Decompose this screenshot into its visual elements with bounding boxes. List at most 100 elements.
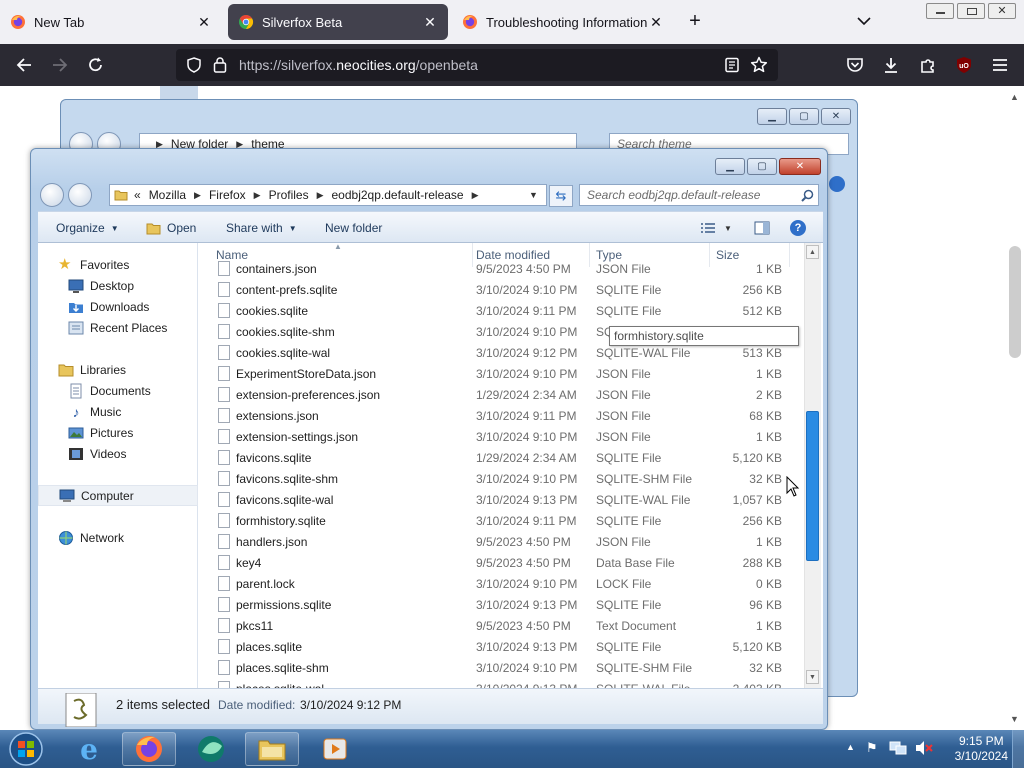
file-row[interactable]: containers.json 9/5/2023 4:50 PM JSON File… [198, 258, 803, 279]
maximize-button[interactable]: ▢ [747, 158, 777, 175]
scroll-thumb[interactable] [1009, 246, 1021, 358]
tab-silverfox-beta[interactable]: Silverfox Beta ✕ [228, 4, 448, 40]
bookmark-star-icon[interactable] [750, 56, 768, 74]
back-button[interactable] [40, 183, 64, 207]
forward-button[interactable] [68, 183, 92, 207]
hamburger-menu-icon[interactable] [987, 52, 1013, 78]
lock-icon[interactable] [213, 56, 227, 73]
chevron-down-icon[interactable] [856, 15, 872, 27]
breadcrumb-item[interactable]: Profiles ▶ [269, 188, 332, 202]
close-tab-icon[interactable]: ✕ [648, 14, 664, 31]
nav-favorites[interactable]: ★ Favorites [38, 254, 198, 275]
reader-view-icon[interactable] [724, 57, 740, 73]
nav-documents[interactable]: Documents [38, 380, 198, 401]
url-bar[interactable]: https://silverfox.neocities.org/openbeta [176, 49, 778, 81]
breadcrumb-item[interactable]: Firefox ▶ [209, 188, 269, 202]
forward-arrow-icon[interactable] [47, 52, 73, 78]
scroll-up-button[interactable]: ▲ [806, 245, 819, 259]
shield-icon[interactable] [186, 57, 202, 73]
browser-scrollbar[interactable]: ▲ ▼ [1006, 86, 1024, 730]
taskbar-app-globe[interactable] [184, 732, 238, 766]
file-row[interactable]: favicons.sqlite 1/29/2024 2:34 AM SQLITE F… [198, 447, 803, 468]
file-row[interactable]: formhistory.sqlite 3/10/2024 9:11 PM SQLIT… [198, 510, 803, 531]
nav-libraries[interactable]: Libraries [38, 359, 198, 380]
address-dropdown-icon[interactable]: ▼ [529, 190, 538, 200]
new-tab-plus-icon[interactable]: + [684, 10, 706, 34]
pocket-icon[interactable] [842, 52, 868, 78]
downloads-icon[interactable] [878, 52, 904, 78]
close-tab-icon[interactable]: ✕ [422, 14, 438, 31]
file-row[interactable]: key4 9/5/2023 4:50 PM Data Base File 288 KB [198, 552, 803, 573]
action-center-flag-icon[interactable]: ⚑ [866, 740, 878, 756]
share-with-button[interactable]: Share with ▼ [226, 212, 297, 244]
tab-troubleshooting[interactable]: Troubleshooting Information ✕ [452, 4, 674, 40]
vertical-scrollbar[interactable]: ▲ ▼ [804, 243, 821, 688]
open-button[interactable]: Open [146, 212, 196, 244]
close-window-button[interactable]: ✕ [779, 158, 821, 175]
close-window-button[interactable]: ✕ [821, 108, 851, 125]
scroll-up-arrow-icon[interactable]: ▲ [1010, 92, 1019, 102]
scroll-thumb[interactable] [806, 411, 819, 561]
back-arrow-icon[interactable] [11, 52, 37, 78]
url-text[interactable]: https://silverfox.neocities.org/openbeta [239, 57, 478, 73]
explorer-window-profile[interactable]: ▁ ▢ ✕ « Mozilla ▶ Firefox ▶ Profiles ▶ eodb… [30, 148, 828, 730]
file-row[interactable]: ExperimentStoreData.json 3/10/2024 9:10 P… [198, 363, 803, 384]
file-row[interactable]: extension-settings.json 3/10/2024 9:10 PM… [198, 426, 803, 447]
extensions-puzzle-icon[interactable] [915, 52, 941, 78]
file-row[interactable]: places.sqlite-wal3/10/2024 9:13 PMSQLITE… [198, 678, 803, 688]
file-row[interactable]: extensions.json 3/10/2024 9:11 PM JSON Fil… [198, 405, 803, 426]
nav-computer[interactable]: Computer [38, 485, 198, 506]
file-row[interactable]: cookies.sqlite 3/10/2024 9:11 PM SQLITE Fi… [198, 300, 803, 321]
file-row[interactable]: permissions.sqlite 3/10/2024 9:13 PM SQLIT… [198, 594, 803, 615]
file-row[interactable]: places.sqlite 3/10/2024 9:13 PM SQLITE Fil… [198, 636, 803, 657]
close-window-button[interactable]: ✕ [988, 3, 1016, 19]
scroll-down-arrow-icon[interactable]: ▼ [1010, 714, 1019, 724]
view-options-icon[interactable]: ▼ [700, 212, 732, 244]
restore-button[interactable] [957, 3, 985, 19]
preview-pane-icon[interactable] [754, 212, 770, 244]
ublock-origin-icon[interactable]: uO [951, 52, 977, 78]
taskbar-internet-explorer[interactable]: e [62, 732, 116, 766]
organize-button[interactable]: Organize ▼ [56, 212, 119, 244]
show-desktop-button[interactable] [1012, 730, 1024, 768]
file-row[interactable]: places.sqlite-shm 3/10/2024 9:10 PM SQLITE… [198, 657, 803, 678]
help-icon[interactable] [829, 176, 845, 192]
address-bar[interactable]: « Mozilla ▶ Firefox ▶ Profiles ▶ eodbj2qp.d… [109, 184, 547, 206]
search-box[interactable]: Search eodbj2qp.default-release [579, 184, 819, 206]
refresh-icon[interactable]: ⇆ [549, 185, 573, 207]
breadcrumb-item[interactable]: eodbj2qp.default-release ▶ [332, 188, 487, 202]
file-row[interactable]: extension-preferences.json 1/29/2024 2:34… [198, 384, 803, 405]
file-row[interactable]: handlers.json 9/5/2023 4:50 PM JSON File 1 … [198, 531, 803, 552]
scroll-down-button[interactable]: ▼ [806, 670, 819, 684]
tab-new-tab[interactable]: New Tab ✕ [0, 4, 222, 40]
nav-network[interactable]: Network [38, 527, 198, 548]
taskbar-media-player[interactable] [308, 732, 362, 766]
file-row[interactable]: pkcs11 9/5/2023 4:50 PM Text Document 1 KB [198, 615, 803, 636]
nav-music[interactable]: ♪ Music [38, 401, 198, 422]
volume-muted-icon[interactable] [914, 740, 934, 756]
file-row[interactable]: favicons.sqlite-shm 3/10/2024 9:10 PM SQLI… [198, 468, 803, 489]
breadcrumb-item[interactable]: Mozilla ▶ [149, 188, 209, 202]
file-row[interactable]: content-prefs.sqlite 3/10/2024 9:10 PM SQL… [198, 279, 803, 300]
file-row[interactable]: favicons.sqlite-wal 3/10/2024 9:13 PM SQLI… [198, 489, 803, 510]
start-button[interactable] [6, 731, 46, 767]
new-folder-button[interactable]: New folder [325, 212, 382, 244]
nav-recent-places[interactable]: Recent Places [38, 317, 198, 338]
breadcrumb-overflow[interactable]: « [134, 188, 141, 202]
minimize-button[interactable] [926, 3, 954, 19]
minimize-button[interactable]: ▁ [757, 108, 787, 125]
nav-downloads[interactable]: Downloads [38, 296, 198, 317]
close-tab-icon[interactable]: ✕ [196, 14, 212, 31]
help-icon[interactable]: ? [790, 212, 806, 244]
nav-videos[interactable]: Videos [38, 443, 198, 464]
network-tray-icon[interactable] [889, 740, 907, 756]
tray-expand-icon[interactable]: ▲ [846, 742, 855, 752]
taskbar-explorer[interactable] [245, 732, 299, 766]
search-icon[interactable] [801, 189, 814, 202]
maximize-button[interactable]: ▢ [789, 108, 819, 125]
reload-icon[interactable] [83, 52, 109, 78]
taskbar-firefox[interactable] [122, 732, 176, 766]
file-row[interactable]: parent.lock 3/10/2024 9:10 PM LOCK File 0 K… [198, 573, 803, 594]
minimize-button[interactable]: ▁ [715, 158, 745, 175]
nav-pictures[interactable]: Pictures [38, 422, 198, 443]
